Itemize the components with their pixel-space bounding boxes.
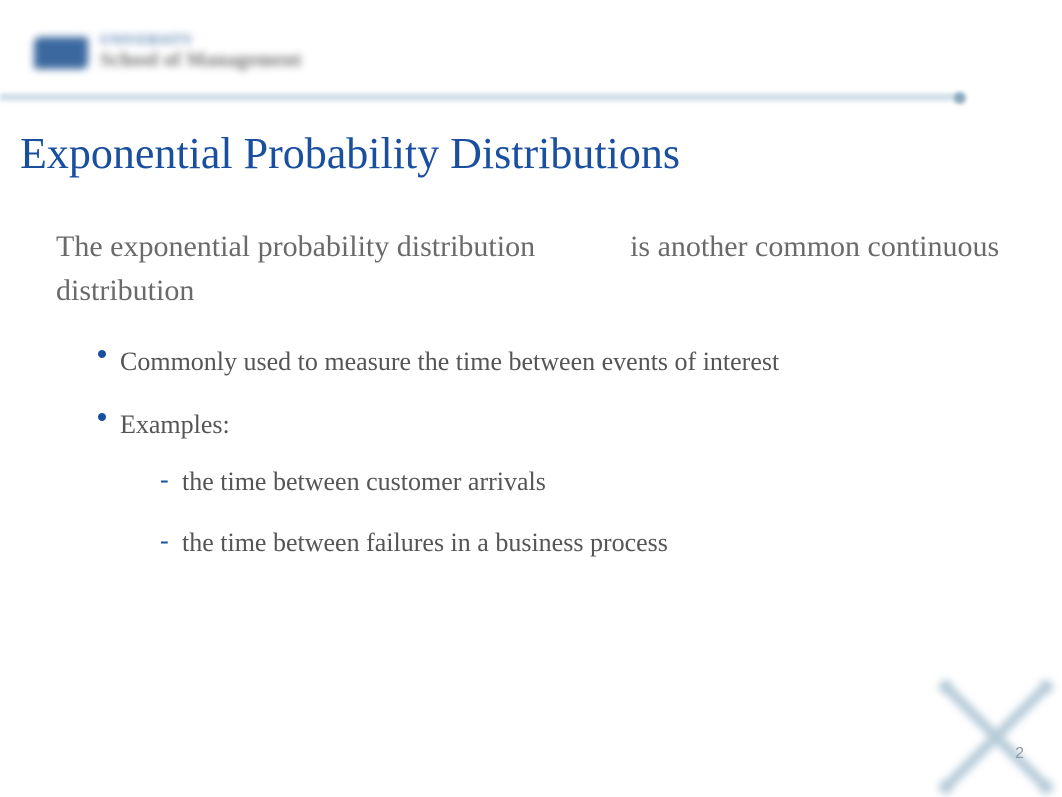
sub-bullet-text: the time between failures in a business … <box>182 528 668 557</box>
sub-bullet-item: the time between failures in a business … <box>160 523 1002 562</box>
bullet-text: Examples: <box>120 410 230 439</box>
logo-mark <box>34 37 88 69</box>
bullet-list: Commonly used to measure the time betwee… <box>98 342 1002 562</box>
slide-title: Exponential Probability Distributions <box>20 128 1022 179</box>
slide: UNIVERSITY School of Management Exponent… <box>0 0 1062 797</box>
logo-line1: UNIVERSITY <box>100 34 302 48</box>
bullet-text: Commonly used to measure the time betwee… <box>120 347 779 376</box>
sub-bullet-text: the time between customer arrivals <box>182 467 546 496</box>
bullet-item: Commonly used to measure the time betwee… <box>98 342 1002 381</box>
header-divider-dot <box>954 92 966 104</box>
bullet-item: Examples: the time between customer arri… <box>98 405 1002 562</box>
intro-prefix: The <box>56 230 110 263</box>
sub-bullet-list: the time between customer arrivals the t… <box>160 462 1002 562</box>
header-divider <box>0 94 962 102</box>
intro-term: exponential probability distribution <box>110 230 535 263</box>
header-logo: UNIVERSITY School of Management <box>34 28 394 78</box>
slide-body: The exponential probability distribution… <box>56 225 1002 586</box>
corner-decoration <box>926 667 1062 797</box>
logo-line2: School of Management <box>100 48 302 72</box>
sub-bullet-item: the time between customer arrivals <box>160 462 1002 501</box>
logo-text-block: UNIVERSITY School of Management <box>100 34 302 72</box>
intro-paragraph: The exponential probability distribution… <box>56 225 1002 312</box>
